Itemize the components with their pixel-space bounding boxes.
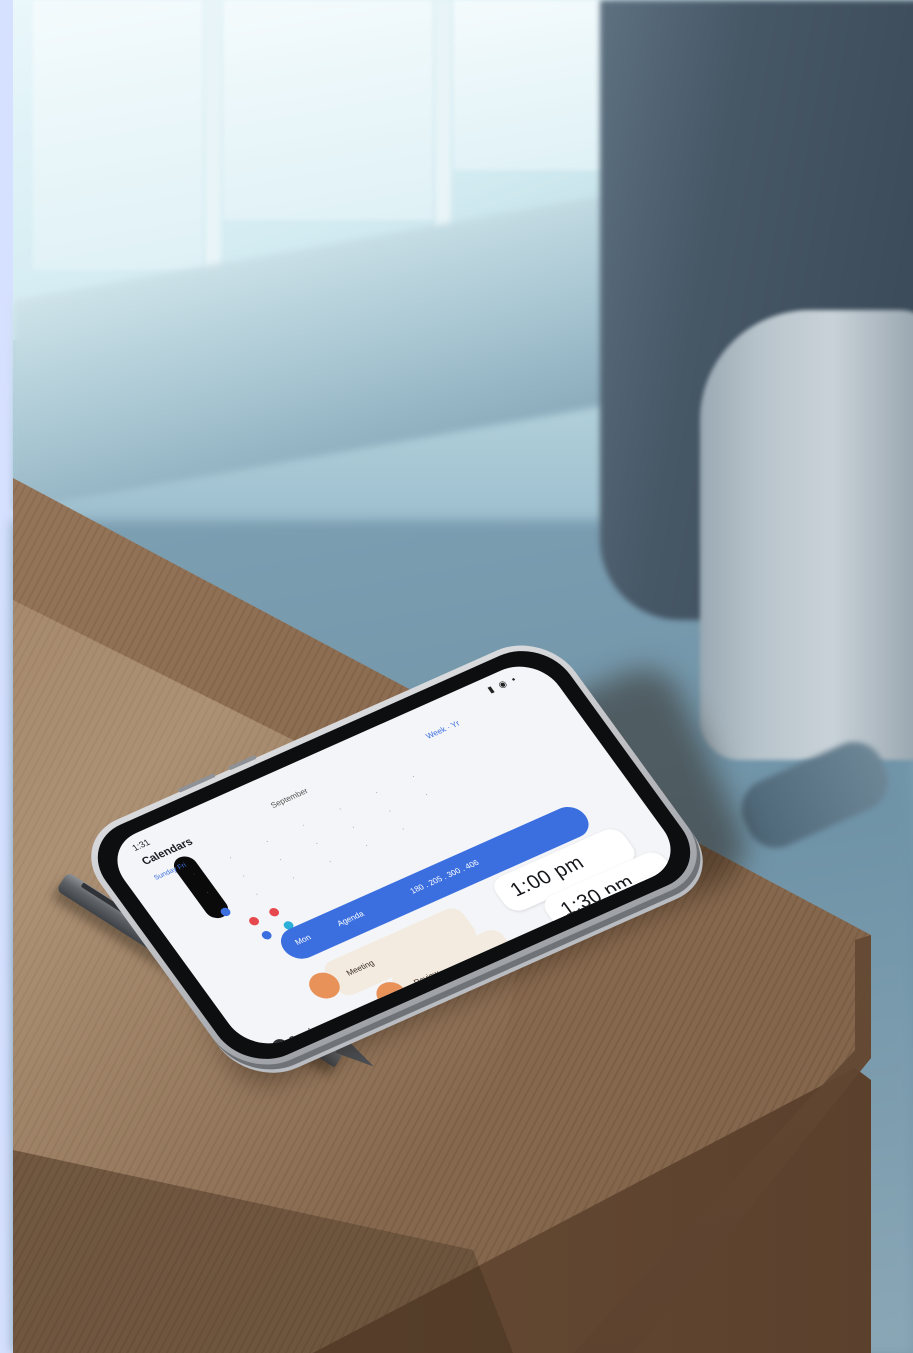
banner-label: Mon bbox=[293, 932, 313, 947]
bottom-label: 8 min bbox=[285, 1022, 324, 1049]
timer-icon bbox=[269, 1036, 293, 1056]
calendar-cell[interactable]: · bbox=[228, 855, 234, 862]
left-edge-strip bbox=[0, 0, 13, 1353]
calendar-cell[interactable]: · bbox=[301, 822, 307, 829]
chair-arm bbox=[700, 310, 913, 760]
calendar-cell[interactable]: · bbox=[424, 792, 430, 799]
event-dot bbox=[247, 915, 261, 927]
calendar-cell[interactable]: · bbox=[374, 790, 380, 797]
calendar-cell[interactable]: · bbox=[337, 806, 343, 813]
event-dot bbox=[259, 929, 274, 941]
event-label: Meeting bbox=[344, 958, 377, 978]
calendar-cell[interactable]: · bbox=[410, 773, 416, 780]
window-pane-left bbox=[33, 0, 203, 270]
event-label: Review bbox=[411, 968, 442, 987]
calendar-cell[interactable]: · bbox=[264, 838, 270, 845]
calendar-cell[interactable]: · bbox=[364, 842, 370, 849]
window-pane-middle bbox=[223, 0, 433, 220]
window-mullion bbox=[205, 0, 221, 280]
event-dot bbox=[267, 906, 281, 918]
photo-scene: 1:31 ▮ ◉ ▪ Calendars September Week · Yr… bbox=[0, 0, 913, 1353]
calendar-cell[interactable]: · bbox=[351, 824, 357, 831]
calendar-cell[interactable]: · bbox=[291, 875, 297, 882]
window-pane-right bbox=[453, 0, 603, 170]
banner-title: Agenda bbox=[335, 909, 366, 929]
calendar-cell[interactable]: · bbox=[387, 808, 393, 815]
calendar-cell[interactable]: · bbox=[241, 873, 247, 880]
calendar-cell[interactable]: · bbox=[400, 826, 406, 833]
event-icon bbox=[303, 968, 346, 1003]
calendar-cell[interactable]: · bbox=[314, 840, 320, 847]
calendar-cell[interactable]: · bbox=[277, 857, 283, 864]
calendar-cell[interactable]: · bbox=[254, 891, 260, 898]
calendar-cell[interactable]: · bbox=[327, 859, 333, 866]
status-time: 1:31 bbox=[130, 837, 153, 853]
bottom-row[interactable]: 8 min bbox=[269, 1022, 324, 1056]
window-mullion bbox=[435, 0, 451, 230]
